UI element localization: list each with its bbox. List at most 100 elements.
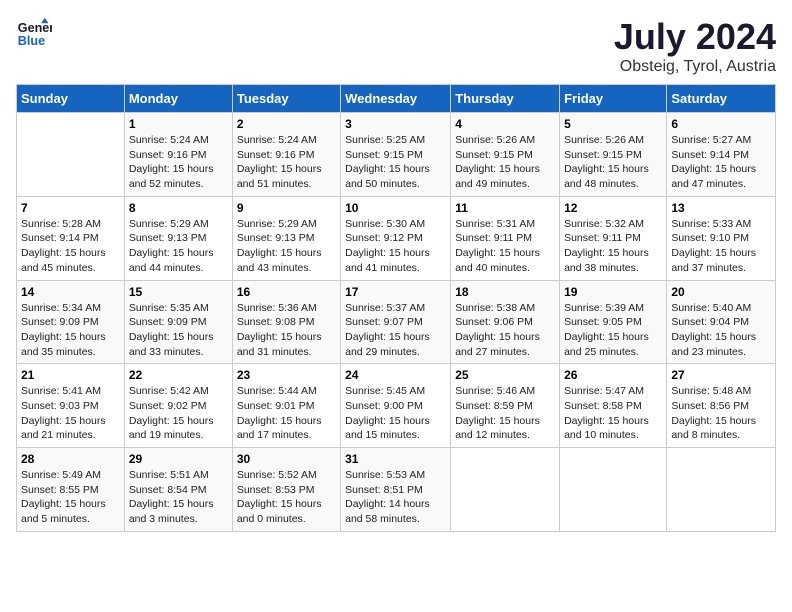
calendar-cell: 30 Sunrise: 5:52 AM Sunset: 8:53 PM Dayli… — [232, 448, 340, 532]
day-info: Sunrise: 5:52 AM Sunset: 8:53 PM Dayligh… — [237, 468, 336, 527]
calendar-cell: 4 Sunrise: 5:26 AM Sunset: 9:15 PM Daylig… — [451, 113, 560, 197]
day-number: 31 — [345, 452, 446, 466]
calendar-cell: 21Sunrise: 5:41 AM Sunset: 9:03 PM Dayli… — [17, 364, 125, 448]
calendar-cell: 18 Sunrise: 5:38 AM Sunset: 9:06 PM Dayli… — [451, 280, 560, 364]
calendar-cell: 29 Sunrise: 5:51 AM Sunset: 8:54 PM Dayli… — [124, 448, 232, 532]
day-info: Sunrise: 5:42 AM Sunset: 9:02 PM Dayligh… — [129, 384, 228, 443]
day-info: Sunrise: 5:39 AM Sunset: 9:05 PM Dayligh… — [564, 301, 662, 360]
day-of-week-header: Friday — [560, 85, 667, 113]
day-number: 23 — [237, 368, 336, 382]
calendar-week-row: 21Sunrise: 5:41 AM Sunset: 9:03 PM Dayli… — [17, 364, 776, 448]
day-of-week-header: Wednesday — [341, 85, 451, 113]
day-info: Sunrise: 5:53 AM Sunset: 8:51 PM Dayligh… — [345, 468, 446, 527]
day-of-week-header: Saturday — [667, 85, 776, 113]
calendar-cell: 1 Sunrise: 5:24 AM Sunset: 9:16 PM Daylig… — [124, 113, 232, 197]
day-info: Sunrise: 5:26 AM Sunset: 9:15 PM Dayligh… — [455, 133, 555, 192]
calendar-cell: 25 Sunrise: 5:46 AM Sunset: 8:59 PM Dayli… — [451, 364, 560, 448]
day-info: Sunrise: 5:45 AM Sunset: 9:00 PM Dayligh… — [345, 384, 446, 443]
day-number: 28 — [21, 452, 120, 466]
day-info: Sunrise: 5:33 AM Sunset: 9:10 PM Dayligh… — [671, 217, 771, 276]
day-number: 1 — [129, 117, 228, 131]
day-info: Sunrise: 5:30 AM Sunset: 9:12 PM Dayligh… — [345, 217, 446, 276]
calendar-cell: 10Sunrise: 5:30 AM Sunset: 9:12 PM Dayli… — [341, 196, 451, 280]
day-number: 29 — [129, 452, 228, 466]
calendar-cell — [667, 448, 776, 532]
page-subtitle: Obsteig, Tyrol, Austria — [614, 58, 776, 76]
calendar-cell — [451, 448, 560, 532]
svg-text:Blue: Blue — [18, 34, 45, 48]
calendar-cell: 8Sunrise: 5:29 AM Sunset: 9:13 PM Daylig… — [124, 196, 232, 280]
day-info: Sunrise: 5:36 AM Sunset: 9:08 PM Dayligh… — [237, 301, 336, 360]
day-number: 11 — [455, 201, 555, 215]
calendar-cell: 31 Sunrise: 5:53 AM Sunset: 8:51 PM Dayli… — [341, 448, 451, 532]
day-number: 16 — [237, 285, 336, 299]
calendar-cell: 7 Sunrise: 5:28 AM Sunset: 9:14 PM Daylig… — [17, 196, 125, 280]
day-info: Sunrise: 5:34 AM Sunset: 9:09 PM Dayligh… — [21, 301, 120, 360]
day-info: Sunrise: 5:47 AM Sunset: 8:58 PM Dayligh… — [564, 384, 662, 443]
calendar-cell: 12 Sunrise: 5:32 AM Sunset: 9:11 PM Dayli… — [560, 196, 667, 280]
calendar-cell: 19Sunrise: 5:39 AM Sunset: 9:05 PM Dayli… — [560, 280, 667, 364]
logo-icon: General Blue — [16, 16, 52, 52]
calendar-cell: 6Sunrise: 5:27 AM Sunset: 9:14 PM Daylig… — [667, 113, 776, 197]
calendar-cell — [17, 113, 125, 197]
day-number: 5 — [564, 117, 662, 131]
day-of-week-header: Tuesday — [232, 85, 340, 113]
logo: General Blue — [16, 16, 52, 52]
day-of-week-header: Monday — [124, 85, 232, 113]
day-info: Sunrise: 5:35 AM Sunset: 9:09 PM Dayligh… — [129, 301, 228, 360]
calendar-cell: 22 Sunrise: 5:42 AM Sunset: 9:02 PM Dayli… — [124, 364, 232, 448]
day-info: Sunrise: 5:48 AM Sunset: 8:56 PM Dayligh… — [671, 384, 771, 443]
day-of-week-header: Sunday — [17, 85, 125, 113]
calendar-cell: 3 Sunrise: 5:25 AM Sunset: 9:15 PM Daylig… — [341, 113, 451, 197]
calendar-cell: 28 Sunrise: 5:49 AM Sunset: 8:55 PM Dayli… — [17, 448, 125, 532]
day-number: 4 — [455, 117, 555, 131]
day-info: Sunrise: 5:24 AM Sunset: 9:16 PM Dayligh… — [129, 133, 228, 192]
calendar-cell: 5 Sunrise: 5:26 AM Sunset: 9:15 PM Daylig… — [560, 113, 667, 197]
day-info: Sunrise: 5:29 AM Sunset: 9:13 PM Dayligh… — [129, 217, 228, 276]
day-info: Sunrise: 5:25 AM Sunset: 9:15 PM Dayligh… — [345, 133, 446, 192]
calendar-cell — [560, 448, 667, 532]
day-info: Sunrise: 5:27 AM Sunset: 9:14 PM Dayligh… — [671, 133, 771, 192]
day-number: 14 — [21, 285, 120, 299]
page-title: July 2024 — [614, 16, 776, 58]
calendar-cell: 17Sunrise: 5:37 AM Sunset: 9:07 PM Dayli… — [341, 280, 451, 364]
calendar-cell: 14 Sunrise: 5:34 AM Sunset: 9:09 PM Dayli… — [17, 280, 125, 364]
day-number: 24 — [345, 368, 446, 382]
calendar-cell: 20Sunrise: 5:40 AM Sunset: 9:04 PM Dayli… — [667, 280, 776, 364]
day-number: 12 — [564, 201, 662, 215]
day-number: 15 — [129, 285, 228, 299]
calendar-cell: 11Sunrise: 5:31 AM Sunset: 9:11 PM Dayli… — [451, 196, 560, 280]
day-info: Sunrise: 5:28 AM Sunset: 9:14 PM Dayligh… — [21, 217, 120, 276]
page-header: General Blue July 2024 Obsteig, Tyrol, A… — [16, 16, 776, 76]
calendar-cell: 15 Sunrise: 5:35 AM Sunset: 9:09 PM Dayli… — [124, 280, 232, 364]
day-number: 27 — [671, 368, 771, 382]
day-number: 18 — [455, 285, 555, 299]
day-number: 2 — [237, 117, 336, 131]
day-number: 3 — [345, 117, 446, 131]
day-info: Sunrise: 5:32 AM Sunset: 9:11 PM Dayligh… — [564, 217, 662, 276]
calendar-cell: 16 Sunrise: 5:36 AM Sunset: 9:08 PM Dayli… — [232, 280, 340, 364]
day-number: 22 — [129, 368, 228, 382]
calendar-cell: 27 Sunrise: 5:48 AM Sunset: 8:56 PM Dayli… — [667, 364, 776, 448]
day-number: 25 — [455, 368, 555, 382]
day-number: 30 — [237, 452, 336, 466]
calendar-table: SundayMondayTuesdayWednesdayThursdayFrid… — [16, 84, 776, 532]
day-info: Sunrise: 5:46 AM Sunset: 8:59 PM Dayligh… — [455, 384, 555, 443]
day-info: Sunrise: 5:44 AM Sunset: 9:01 PM Dayligh… — [237, 384, 336, 443]
day-number: 9 — [237, 201, 336, 215]
title-area: July 2024 Obsteig, Tyrol, Austria — [614, 16, 776, 76]
day-number: 13 — [671, 201, 771, 215]
calendar-week-row: 1 Sunrise: 5:24 AM Sunset: 9:16 PM Daylig… — [17, 113, 776, 197]
day-number: 26 — [564, 368, 662, 382]
day-info: Sunrise: 5:37 AM Sunset: 9:07 PM Dayligh… — [345, 301, 446, 360]
day-number: 7 — [21, 201, 120, 215]
day-info: Sunrise: 5:51 AM Sunset: 8:54 PM Dayligh… — [129, 468, 228, 527]
calendar-cell: 2Sunrise: 5:24 AM Sunset: 9:16 PM Daylig… — [232, 113, 340, 197]
calendar-cell: 13 Sunrise: 5:33 AM Sunset: 9:10 PM Dayli… — [667, 196, 776, 280]
day-info: Sunrise: 5:38 AM Sunset: 9:06 PM Dayligh… — [455, 301, 555, 360]
calendar-week-row: 28 Sunrise: 5:49 AM Sunset: 8:55 PM Dayli… — [17, 448, 776, 532]
day-info: Sunrise: 5:49 AM Sunset: 8:55 PM Dayligh… — [21, 468, 120, 527]
day-info: Sunrise: 5:26 AM Sunset: 9:15 PM Dayligh… — [564, 133, 662, 192]
day-number: 20 — [671, 285, 771, 299]
calendar-week-row: 14 Sunrise: 5:34 AM Sunset: 9:09 PM Dayli… — [17, 280, 776, 364]
